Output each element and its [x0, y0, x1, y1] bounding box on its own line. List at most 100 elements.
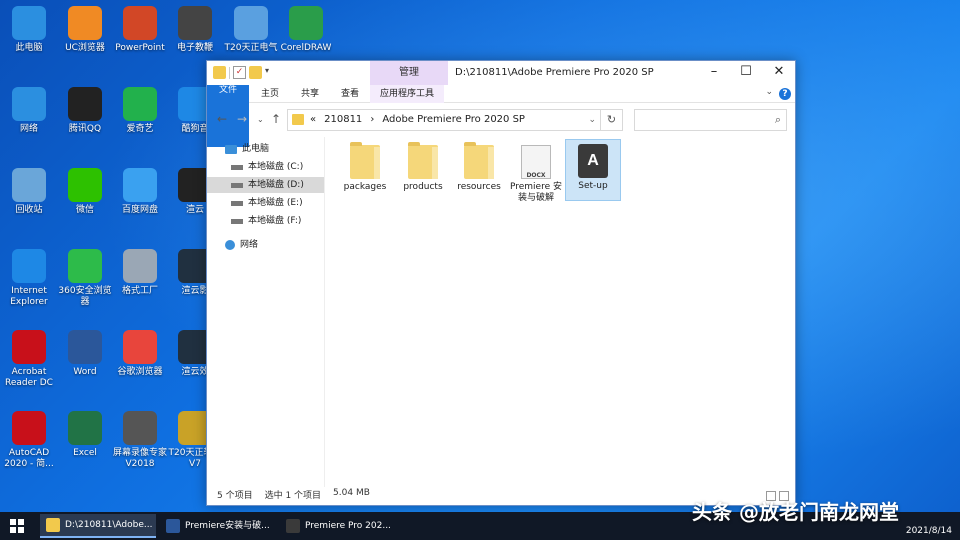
chevron-down-icon[interactable]: ⌄	[588, 110, 596, 130]
tab-share[interactable]: 共享	[291, 85, 329, 103]
close-button[interactable]: ✕	[762, 61, 796, 85]
chevron-down-icon[interactable]: ⌄	[765, 87, 773, 97]
e-pointer-icon	[178, 6, 212, 40]
desktop-icon-label: Excel	[73, 448, 97, 458]
adobe-installer-icon: A	[578, 144, 608, 178]
desktop-icon-label: 屏幕录像专家V2018	[112, 448, 167, 469]
maximize-button[interactable]: ☐	[729, 61, 763, 85]
nav-item-drive-e[interactable]: 本地磁盘 (E:)	[231, 195, 303, 211]
file-name: Set-up	[578, 181, 608, 191]
back-arrow-icon[interactable]: ←	[217, 112, 227, 126]
taskbar-item-explorer[interactable]: D:\210811\Adobe...	[40, 514, 156, 538]
taskbar-item-word[interactable]: Premiere安装与破...	[160, 514, 276, 538]
address-row: ← → ⌄ ↑ « 210811 › Adobe Premiere Pro 2020 …	[207, 105, 795, 133]
tab-application-tools[interactable]: 应用程序工具	[370, 85, 445, 103]
forward-arrow-icon[interactable]: →	[237, 112, 247, 126]
nav-label: 本地磁盘 (D:)	[248, 180, 304, 190]
powerpoint-icon	[123, 6, 157, 40]
desktop-icon-360-browser[interactable]: 360安全浏览器	[56, 249, 114, 308]
desktop-icon-recycle-bin[interactable]: 回收站	[0, 168, 58, 216]
desktop-icon-label: T20天正电气	[224, 43, 278, 53]
breadcrumb-item[interactable]: 210811	[324, 114, 362, 125]
chrome-icon	[123, 330, 157, 364]
desktop-icon-word[interactable]: Word	[56, 330, 114, 378]
refresh-icon[interactable]: ↻	[600, 110, 622, 130]
file-item-products[interactable]: products	[395, 141, 451, 203]
desktop-icon-iqiyi[interactable]: 爱奇艺	[111, 87, 169, 135]
desktop-icon-wechat[interactable]: 微信	[56, 168, 114, 216]
qq-icon	[68, 87, 102, 121]
desktop-icon-screen-recorder[interactable]: 屏幕录像专家V2018	[111, 411, 169, 470]
desktop-icon-uc-browser[interactable]: UC浏览器	[56, 6, 114, 54]
docx-file-icon: DOCX	[521, 145, 551, 179]
breadcrumb-overflow[interactable]: «	[310, 114, 316, 125]
file-name: packages	[343, 182, 387, 192]
minimize-button[interactable]: –	[697, 61, 731, 85]
help-icon[interactable]: ?	[779, 88, 791, 100]
acrobat-icon	[12, 330, 46, 364]
nav-item-network[interactable]: 网络	[225, 237, 258, 253]
status-bar: 5 个项目 选中 1 个项目 5.04 MB	[217, 488, 370, 501]
properties-icon[interactable]: ✓	[233, 66, 246, 79]
breadcrumb[interactable]: « 210811 › Adobe Premiere Pro 2020 SP	[310, 110, 533, 130]
file-item-setup[interactable]: A Set-up	[565, 139, 621, 201]
drive-icon	[231, 182, 243, 188]
search-input[interactable]: ⌕	[634, 109, 787, 131]
navigation-pane: 此电脑 本地磁盘 (C:) 本地磁盘 (D:) 本地磁盘 (E:) 本地磁盘 (…	[207, 137, 325, 487]
watermark-text: 头条 @放老门南龙网堂	[692, 500, 899, 524]
desktop-icon-computer[interactable]: 此电脑	[0, 6, 58, 54]
desktop-icon-baidu-netdisk[interactable]: 百度网盘	[111, 168, 169, 216]
desktop-icon-label: 爱奇艺	[126, 124, 154, 134]
word-icon	[166, 519, 180, 533]
tab-view[interactable]: 查看	[331, 85, 369, 103]
search-icon: ⌕	[774, 113, 781, 126]
nav-label: 本地磁盘 (E:)	[248, 198, 303, 208]
desktop-icon-network[interactable]: 网络	[0, 87, 58, 135]
desktop-icon-format-factory[interactable]: 格式工厂	[111, 249, 169, 297]
desktop-icon-label: 腾讯QQ	[68, 124, 102, 134]
desktop-icon-label: UC浏览器	[65, 43, 105, 53]
recycle-bin-icon	[12, 168, 46, 202]
desktop-icon-chrome[interactable]: 谷歌浏览器	[111, 330, 169, 378]
t20-electric-icon	[234, 6, 268, 40]
file-item-resources[interactable]: resources	[451, 141, 507, 203]
up-arrow-icon[interactable]: ↑	[271, 112, 281, 126]
nav-item-this-pc[interactable]: 此电脑	[225, 141, 269, 157]
desktop-icon-excel[interactable]: Excel	[56, 411, 114, 459]
recent-locations-icon[interactable]: ⌄	[257, 115, 264, 124]
screen-recorder-icon	[123, 411, 157, 445]
folder-icon	[350, 142, 380, 179]
coreldraw-icon	[289, 6, 323, 40]
desktop-icon-label: PowerPoint	[115, 43, 165, 53]
breadcrumb-item[interactable]: Adobe Premiere Pro 2020 SP	[382, 114, 525, 125]
taskbar-date[interactable]: 2021/8/14	[906, 526, 952, 536]
desktop-icon-label: AutoCAD 2020 - 简...	[4, 448, 54, 469]
windows-start-icon[interactable]	[10, 519, 24, 533]
title-bar[interactable]: ✓ ▾ 管理 D:\210811\Adobe Premiere Pro 2020…	[207, 61, 795, 85]
desktop-icon-label: 360安全浏览器	[58, 286, 112, 307]
desktop-icon-coreldraw[interactable]: CorelDRAW	[277, 6, 335, 54]
nav-item-drive-f[interactable]: 本地磁盘 (F:)	[231, 213, 301, 229]
360-browser-icon	[68, 249, 102, 283]
desktop-icon-autocad[interactable]: AutoCAD 2020 - 简...	[0, 411, 58, 470]
tab-home[interactable]: 主页	[251, 85, 289, 103]
desktop-icon-e-pointer[interactable]: 电子教鞭	[166, 6, 224, 54]
file-item-premiere-docx[interactable]: DOCX Premiere 安装与破解	[508, 141, 564, 207]
desktop-icon-t20-electric[interactable]: T20天正电气	[222, 6, 280, 54]
desktop-icon-ie[interactable]: Internet Explorer	[0, 249, 58, 308]
desktop-icon-qq[interactable]: 腾讯QQ	[56, 87, 114, 135]
tab-manage[interactable]: 管理	[370, 61, 448, 85]
file-name: Premiere 安装与破解	[509, 182, 562, 203]
file-item-packages[interactable]: packages	[337, 141, 393, 203]
file-explorer-window[interactable]: ✓ ▾ 管理 D:\210811\Adobe Premiere Pro 2020…	[206, 60, 796, 506]
address-bar[interactable]: « 210811 › Adobe Premiere Pro 2020 SP ⌄ ↻	[287, 109, 623, 131]
folder-icon[interactable]	[213, 66, 226, 79]
customize-qat-icon[interactable]: ▾	[265, 66, 273, 79]
desktop-icon-powerpoint[interactable]: PowerPoint	[111, 6, 169, 54]
nav-item-drive-d[interactable]: 本地磁盘 (D:)	[207, 177, 324, 193]
new-folder-icon[interactable]	[249, 66, 262, 79]
desktop-icon-acrobat[interactable]: Acrobat Reader DC	[0, 330, 58, 389]
taskbar-item-installer[interactable]: Premiere Pro 202...	[280, 514, 396, 538]
nav-item-drive-c[interactable]: 本地磁盘 (C:)	[231, 159, 303, 175]
ie-icon	[12, 249, 46, 283]
